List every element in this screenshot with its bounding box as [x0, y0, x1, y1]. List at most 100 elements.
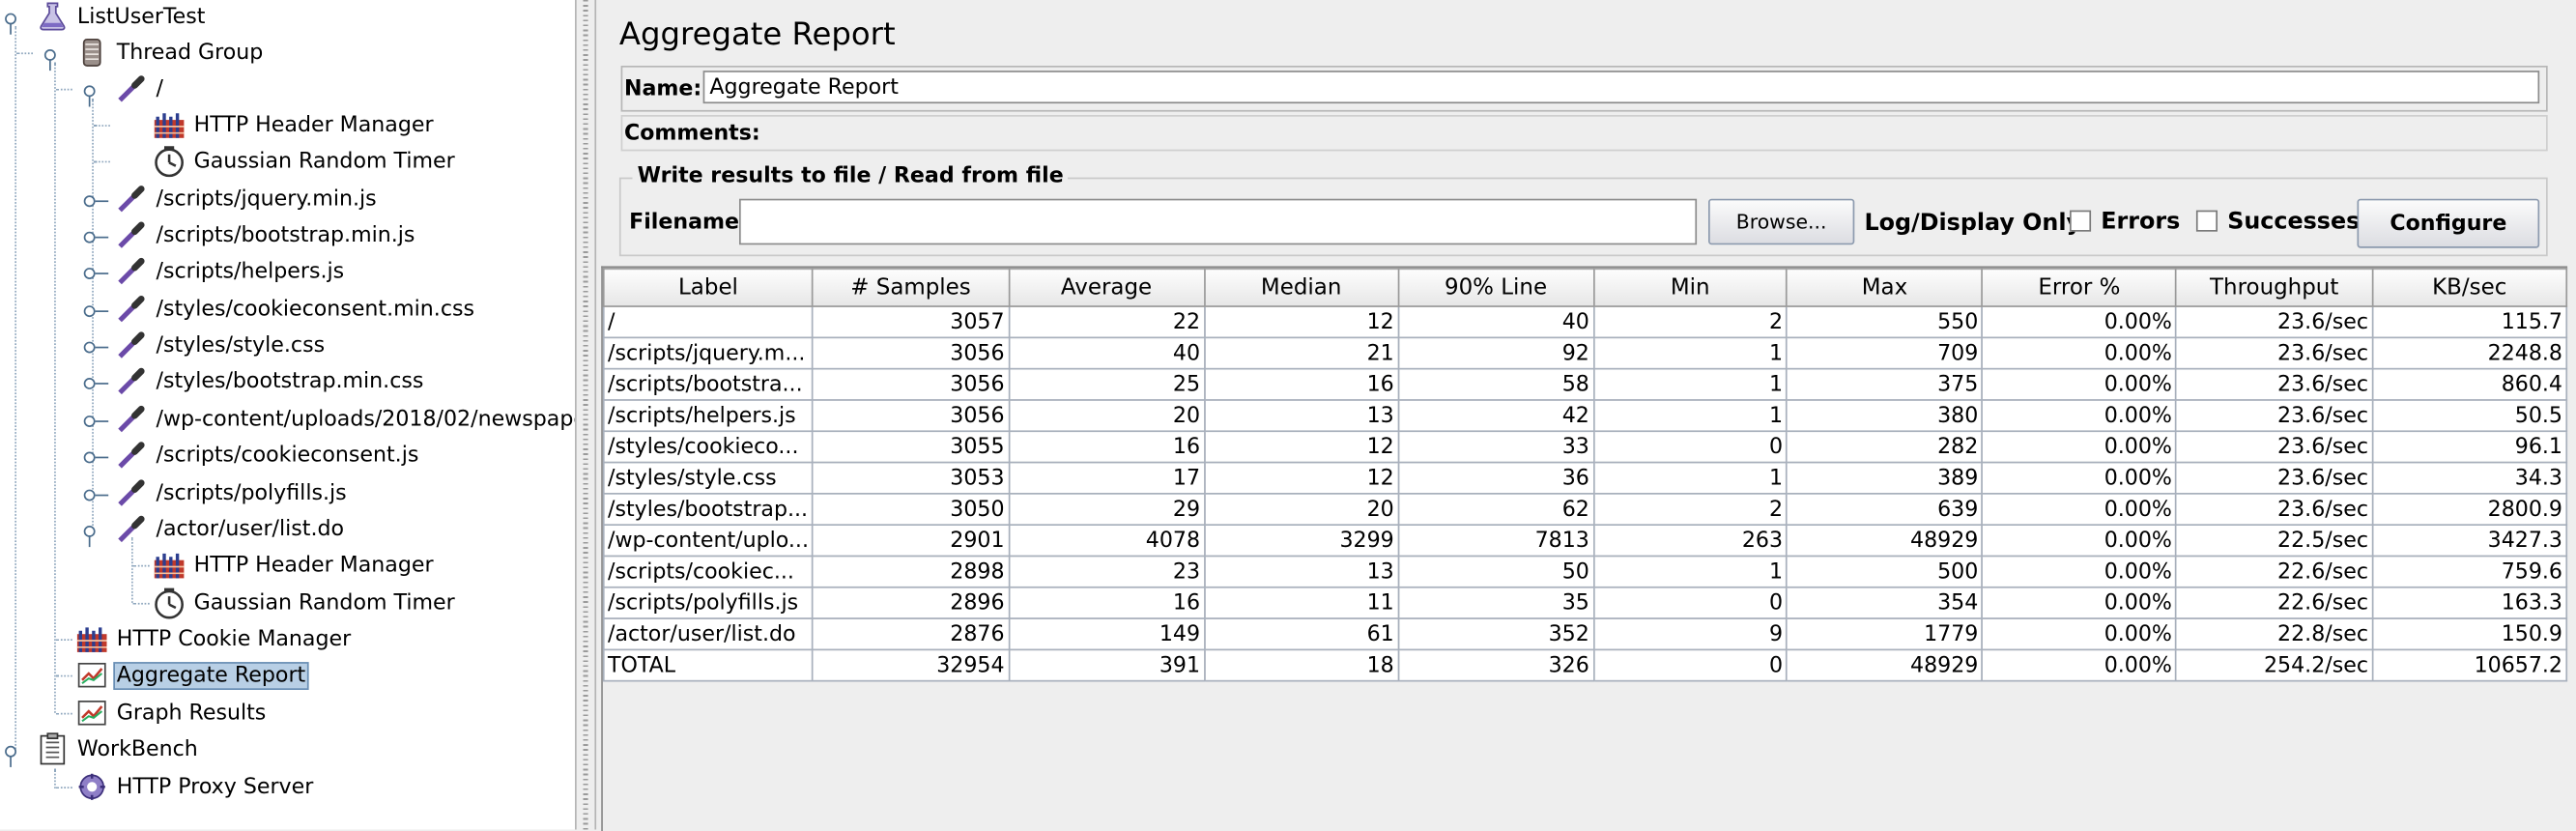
table-row[interactable]: /actor/user/list.do 2876 149 61 352 9 1779 0.00… — [602, 617, 2568, 651]
tree-item-label: /styles/style.css — [156, 332, 326, 358]
table-cell: 0 — [1592, 586, 1789, 619]
table-cell: 20 — [1203, 493, 1399, 527]
table-cell: 25 — [1007, 367, 1206, 401]
table-cell: 282 — [1786, 430, 1984, 464]
name-field[interactable] — [702, 71, 2540, 104]
table-cell: 21 — [1203, 336, 1399, 370]
table-cell: 12 — [1203, 430, 1399, 464]
column-header[interactable]: Max — [1786, 268, 1984, 307]
table-cell: 3427.3 — [2371, 524, 2568, 558]
table-row[interactable]: /scripts/jquery.m... 3056 40 21 92 1 709 0.00% 2… — [602, 336, 2568, 370]
table-cell: 0 — [1592, 648, 1789, 682]
file-group-title: Write results to file / Read from file — [632, 164, 1069, 189]
table-cell: 3055 — [812, 430, 1010, 464]
tree-item-listusertest[interactable]: ListUserTest — [0, 0, 209, 35]
report-icon — [75, 697, 108, 730]
table-cell: 0.00% — [1981, 648, 2178, 682]
table-cell: 389 — [1786, 461, 1984, 495]
tree-item-sampler[interactable]: /scripts/cookieconsent.js — [0, 437, 422, 473]
table-row[interactable]: /scripts/bootstra... 3056 25 16 58 1 375 0.00% 2… — [602, 367, 2568, 401]
table-cell: 40 — [1007, 336, 1206, 370]
tree-item-sampler-root[interactable]: / — [0, 71, 166, 107]
sampler-pipette-icon — [115, 329, 148, 361]
table-cell: 18 — [1203, 648, 1399, 682]
table-cell: 0.00% — [1981, 461, 2178, 495]
table-cell: 3056 — [812, 367, 1010, 401]
tree-item-label: /scripts/helpers.js — [156, 258, 345, 284]
tree-item-label: HTTP Cookie Manager — [116, 626, 352, 652]
table-cell: /styles/style.css — [602, 461, 815, 495]
tree-item-sampler-list[interactable]: /actor/user/list.do — [0, 511, 347, 548]
table-cell: 22.6/sec — [2175, 586, 2374, 619]
tree-item-label: Gaussian Random Timer — [193, 590, 455, 616]
table-cell: / — [602, 305, 815, 339]
column-header[interactable]: Throughput — [2175, 268, 2374, 307]
table-row[interactable]: /3057 22 12 40 2 550 0.00% 23.6/sec 115.7 — [602, 305, 2568, 339]
sampler-pipette-icon — [115, 218, 148, 251]
tree-item-sampler[interactable]: /scripts/polyfills.js — [0, 474, 350, 510]
sampler-pipette-icon — [115, 476, 148, 509]
column-header[interactable]: KB/sec — [2371, 268, 2568, 307]
table-cell: 391 — [1007, 648, 1206, 682]
table-cell: 2 — [1592, 493, 1789, 527]
sampler-pipette-icon — [115, 364, 148, 397]
tree-item-timer[interactable]: Gaussian Random Timer — [0, 585, 458, 620]
table-row[interactable]: /wp-content/uplo... 2901 4078 3299 7813 263 48… — [602, 524, 2568, 558]
browse-button[interactable]: Browse... — [1708, 198, 1855, 245]
table-cell: 0.00% — [1981, 430, 2178, 464]
column-header[interactable]: # Samples — [812, 268, 1010, 307]
test-plan-tree[interactable]: ListUserTest Thread Group / HTTP Header … — [0, 0, 575, 830]
tree-item-sampler[interactable]: /scripts/bootstrap.min.js — [0, 216, 418, 252]
table-cell: 33 — [1397, 430, 1594, 464]
tree-item-label: /styles/cookieconsent.min.css — [156, 296, 475, 322]
tree-item-cookie-manager[interactable]: HTTP Cookie Manager — [0, 621, 355, 657]
tree-item-sampler[interactable]: /styles/style.css — [0, 327, 329, 362]
configure-button[interactable]: Configure — [2357, 198, 2540, 248]
sampler-pipette-icon — [115, 403, 148, 436]
table-row[interactable]: /scripts/cookiec... 2898 23 13 50 1 500 0.00% 22… — [602, 555, 2568, 588]
errors-checkbox[interactable] — [2070, 210, 2092, 232]
table-cell: 36 — [1397, 461, 1594, 495]
tree-item-sampler[interactable]: /styles/bootstrap.min.css — [0, 363, 427, 399]
tree-item-workbench[interactable]: WorkBench — [0, 731, 201, 767]
tree-item-aggregate-report[interactable]: Aggregate Report — [0, 657, 309, 693]
tree-item-header-manager[interactable]: HTTP Header Manager — [0, 547, 437, 583]
tree-item-sampler[interactable]: /wp-content/uploads/2018/02/newspaper-1.… — [0, 401, 575, 437]
split-pane-divider[interactable] — [575, 0, 597, 830]
tree-item-sampler[interactable]: /styles/cookieconsent.min.css — [0, 291, 477, 327]
table-cell: 375 — [1786, 367, 1984, 401]
column-header[interactable]: Label — [602, 268, 815, 307]
tree-item-label: Aggregate Report — [113, 661, 309, 690]
table-cell: 0.00% — [1981, 367, 2178, 401]
column-header[interactable]: 90% Line — [1397, 268, 1594, 307]
tree-item-graph-results[interactable]: Graph Results — [0, 695, 270, 731]
cookie-manager-icon — [75, 622, 108, 655]
tree-item-proxy-server[interactable]: HTTP Proxy Server — [0, 769, 317, 805]
table-cell: /scripts/jquery.m... — [602, 336, 815, 370]
table-cell: 326 — [1397, 648, 1594, 682]
table-cell: 3053 — [812, 461, 1010, 495]
tree-item-sampler[interactable]: /scripts/helpers.js — [0, 253, 348, 289]
table-row[interactable]: /scripts/helpers.js 3056 20 13 42 1 380 0.00% 23… — [602, 399, 2568, 433]
column-header[interactable]: Median — [1203, 268, 1399, 307]
column-header[interactable]: Average — [1007, 268, 1206, 307]
table-row[interactable]: /styles/bootstrap... 3050 29 20 62 2 639 0.00% 2… — [602, 493, 2568, 527]
table-row[interactable]: /scripts/polyfills.js 2896 16 11 35 0 354 0.00%… — [602, 586, 2568, 619]
table-cell: 0 — [1592, 430, 1789, 464]
table-row[interactable]: TOTAL 32954 391 18 326 0 48929 0.00% 254.2/sec 10… — [602, 648, 2568, 682]
tree-item-sampler[interactable]: /scripts/jquery.min.js — [0, 181, 380, 216]
column-header[interactable]: Min — [1592, 268, 1789, 307]
tree-item-timer[interactable]: Gaussian Random Timer — [0, 143, 458, 179]
tree-item-header-manager[interactable]: HTTP Header Manager — [0, 107, 437, 143]
table-cell: /scripts/polyfills.js — [602, 586, 815, 619]
table-cell: 17 — [1007, 461, 1206, 495]
table-row[interactable]: /styles/cookieco... 3055 16 12 33 0 282 0.00% 23… — [602, 430, 2568, 464]
tree-item-thread-group[interactable]: Thread Group — [0, 35, 267, 72]
comments-row[interactable]: Comments: — [620, 115, 2548, 152]
table-cell: 2898 — [812, 555, 1010, 588]
successes-checkbox[interactable] — [2195, 210, 2218, 232]
column-header[interactable]: Error % — [1981, 268, 2178, 307]
table-row[interactable]: /styles/style.css 3053 17 12 36 1 389 0.00% 23.6… — [602, 461, 2568, 495]
filename-field[interactable] — [739, 198, 1698, 245]
tree-item-label: /styles/bootstrap.min.css — [156, 368, 424, 394]
